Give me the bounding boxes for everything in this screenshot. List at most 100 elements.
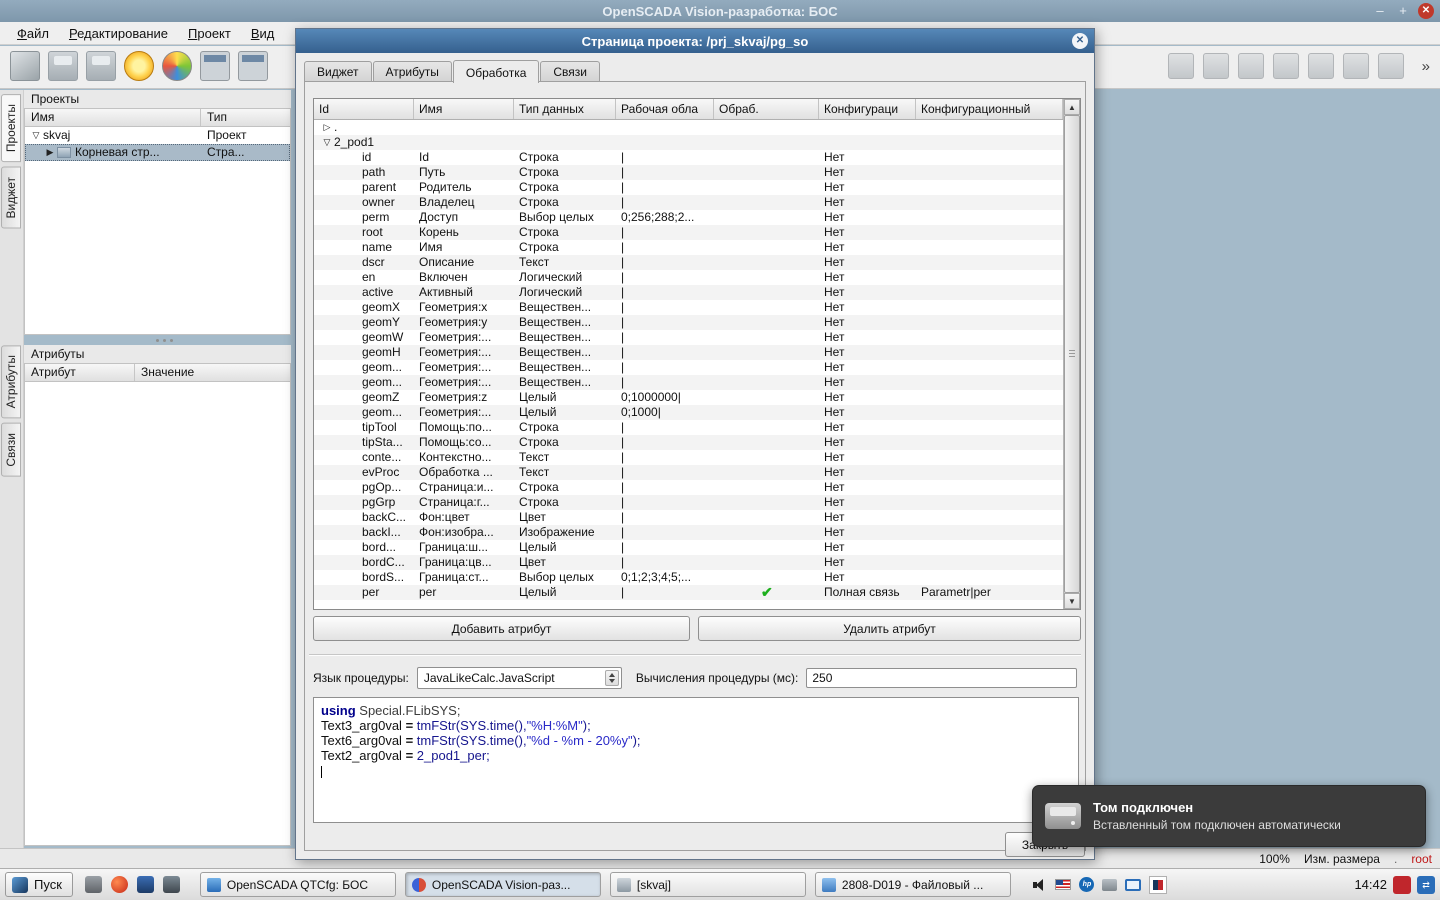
calc-period-input[interactable] [806, 668, 1077, 688]
load-from-db-icon[interactable] [48, 51, 78, 81]
tab-Виджет[interactable]: Виджет [304, 61, 372, 82]
new-window-icon[interactable] [200, 51, 230, 81]
delete-attribute-button[interactable]: Удалить атрибут [698, 616, 1081, 641]
table-row[interactable]: perperЦелый|✔Полная связьParametr|per [314, 585, 1063, 600]
table-row[interactable]: geom...Геометрия:...Веществен...|Нет [314, 360, 1063, 375]
align-center-icon[interactable] [1203, 53, 1229, 79]
clock[interactable]: 14:42 [1354, 877, 1387, 892]
column-header-value[interactable]: Значение [135, 364, 290, 381]
display-icon[interactable] [1125, 879, 1141, 891]
table-row[interactable]: evProcОбработка ...Текст|Нет [314, 465, 1063, 480]
table-row[interactable]: activeАктивныйЛогический|Нет [314, 285, 1063, 300]
table-row[interactable]: geomZГеометрия:zЦелый0;1000000|Нет [314, 390, 1063, 405]
table-row[interactable]: ▽2_pod1 [314, 135, 1063, 150]
table-row[interactable]: nameИмяСтрока|Нет [314, 240, 1063, 255]
column-header[interactable]: Id [314, 99, 414, 119]
expand-icon[interactable]: ▶ [43, 144, 57, 161]
align-right-icon[interactable] [1238, 53, 1264, 79]
tray-app-icon[interactable] [1149, 876, 1167, 894]
side-tab[interactable]: Виджет [1, 167, 21, 229]
dialog-titlebar[interactable]: Страница проекта: /prj_skvaj/pg_so ✕ [296, 29, 1094, 53]
scroll-up-icon[interactable]: ▲ [1064, 99, 1080, 115]
table-row[interactable]: dscrОписаниеТекст|Нет [314, 255, 1063, 270]
run-widget-icon[interactable] [162, 51, 192, 81]
tree-row[interactable]: ▽skvajПроект [25, 127, 290, 144]
table-row[interactable]: geom...Геометрия:...Целый0;1000|Нет [314, 405, 1063, 420]
table-row[interactable]: tipToolПомощь:по...Строка|Нет [314, 420, 1063, 435]
toolbar-overflow-icon[interactable]: » [1422, 58, 1430, 75]
table-row[interactable]: permДоступВыбор целых0;256;288;2...Нет [314, 210, 1063, 225]
column-header[interactable]: Конфигураци [819, 99, 916, 119]
run-project-icon[interactable] [124, 51, 154, 81]
minimize-icon[interactable]: – [1372, 3, 1388, 19]
dock-splitter[interactable] [24, 335, 291, 345]
table-row[interactable]: idIdСтрока|Нет [314, 150, 1063, 165]
level-down-icon[interactable] [1378, 53, 1404, 79]
column-header[interactable]: Тип данных [514, 99, 616, 119]
scroll-down-icon[interactable]: ▼ [1064, 593, 1080, 609]
task-item[interactable]: 2808-D019 - Файловый ... [815, 872, 1011, 897]
table-row[interactable]: parentРодительСтрока|Нет [314, 180, 1063, 195]
table-row[interactable]: pathПутьСтрока|Нет [314, 165, 1063, 180]
current-user[interactable]: root [1411, 852, 1432, 866]
hp-icon[interactable]: hp [1079, 877, 1094, 892]
task-item[interactable]: OpenSCADA QTCfg: БОС [200, 872, 396, 897]
table-row[interactable]: geomHГеометрия:...Веществен...|Нет [314, 345, 1063, 360]
table-row[interactable]: backC...Фон:цветЦвет|Нет [314, 510, 1063, 525]
spinner-icon[interactable] [605, 670, 619, 686]
align-left-icon[interactable] [1168, 53, 1194, 79]
notification-toast[interactable]: Том подключен Вставленный том подключен … [1032, 785, 1426, 847]
start-button[interactable]: Пуск [5, 872, 73, 897]
table-row[interactable]: rootКореньСтрока|Нет [314, 225, 1063, 240]
collapse-icon[interactable]: ▽ [320, 135, 334, 150]
keyboard-layout-flag-icon[interactable] [1055, 879, 1071, 890]
network-icon[interactable]: ⇄ [1417, 876, 1435, 894]
raise-widget-icon[interactable] [1273, 53, 1299, 79]
side-tab[interactable]: Атрибуты [1, 345, 21, 418]
add-attribute-button[interactable]: Добавить атрибут [313, 616, 690, 641]
menu-item[interactable]: Редактирование [60, 24, 177, 43]
table-row[interactable]: tipSta...Помощь:со...Строка|Нет [314, 435, 1063, 450]
table-row[interactable]: ownerВладелецСтрока|Нет [314, 195, 1063, 210]
close-icon[interactable]: ✕ [1418, 3, 1434, 19]
table-row[interactable]: geomXГеометрия:xВеществен...|Нет [314, 300, 1063, 315]
code-editor[interactable]: using Special.FLibSYS;Text3_arg0val = tm… [313, 697, 1079, 823]
tablet-icon[interactable] [1102, 879, 1117, 891]
column-header[interactable]: Конфигурационный [916, 99, 1063, 119]
table-row[interactable]: geomWГеометрия:...Веществен...|Нет [314, 330, 1063, 345]
app-icon[interactable] [137, 876, 154, 893]
column-header[interactable]: Имя [414, 99, 514, 119]
column-header[interactable]: Обраб. [714, 99, 819, 119]
level-up-icon[interactable] [1343, 53, 1369, 79]
language-select[interactable]: JavaLikeCalc.JavaScript [417, 667, 622, 689]
save-to-db-icon[interactable] [86, 51, 116, 81]
table-row[interactable]: ▷. [314, 120, 1063, 135]
table-row[interactable]: conte...Контекстно...Текст|Нет [314, 450, 1063, 465]
side-tab[interactable]: Связи [1, 423, 21, 477]
print-icon[interactable] [10, 51, 40, 81]
menu-item[interactable]: Вид [242, 24, 284, 43]
table-row[interactable]: bord...Граница:ш...Целый|Нет [314, 540, 1063, 555]
table-row[interactable]: bordS...Граница:ст...Выбор целых0;1;2;3;… [314, 570, 1063, 585]
window-manage-icon[interactable] [238, 51, 268, 81]
maximize-icon[interactable]: + [1395, 3, 1411, 19]
tab-Обработка[interactable]: Обработка [453, 60, 540, 83]
table-scrollbar[interactable]: ▲ ▼ [1063, 99, 1080, 609]
expand-icon[interactable]: ▷ [320, 120, 334, 135]
tree-row[interactable]: ▶Корневая стр...Стра... [25, 144, 290, 161]
table-row[interactable]: geom...Геометрия:...Веществен...|Нет [314, 375, 1063, 390]
table-row[interactable]: bordC...Граница:цв...Цвет|Нет [314, 555, 1063, 570]
task-item[interactable]: [skvaj] [610, 872, 806, 897]
tool-icon[interactable] [85, 876, 102, 893]
table-row[interactable]: pgGrpСтраница:г...Строка|Нет [314, 495, 1063, 510]
table-row[interactable]: geomYГеометрия:yВеществен...|Нет [314, 315, 1063, 330]
column-header-type[interactable]: Тип [201, 109, 290, 126]
column-header-attribute[interactable]: Атрибут [25, 364, 135, 381]
dialog-close-icon[interactable]: ✕ [1072, 33, 1088, 49]
lower-widget-icon[interactable] [1308, 53, 1334, 79]
menu-item[interactable]: Файл [8, 24, 58, 43]
table-row[interactable]: enВключенЛогический|Нет [314, 270, 1063, 285]
table-row[interactable]: pgOp...Страница:и...Строка|Нет [314, 480, 1063, 495]
screenshot-icon[interactable] [163, 876, 180, 893]
main-titlebar[interactable]: OpenSCADA Vision-разработка: БОС – + ✕ [0, 0, 1440, 22]
